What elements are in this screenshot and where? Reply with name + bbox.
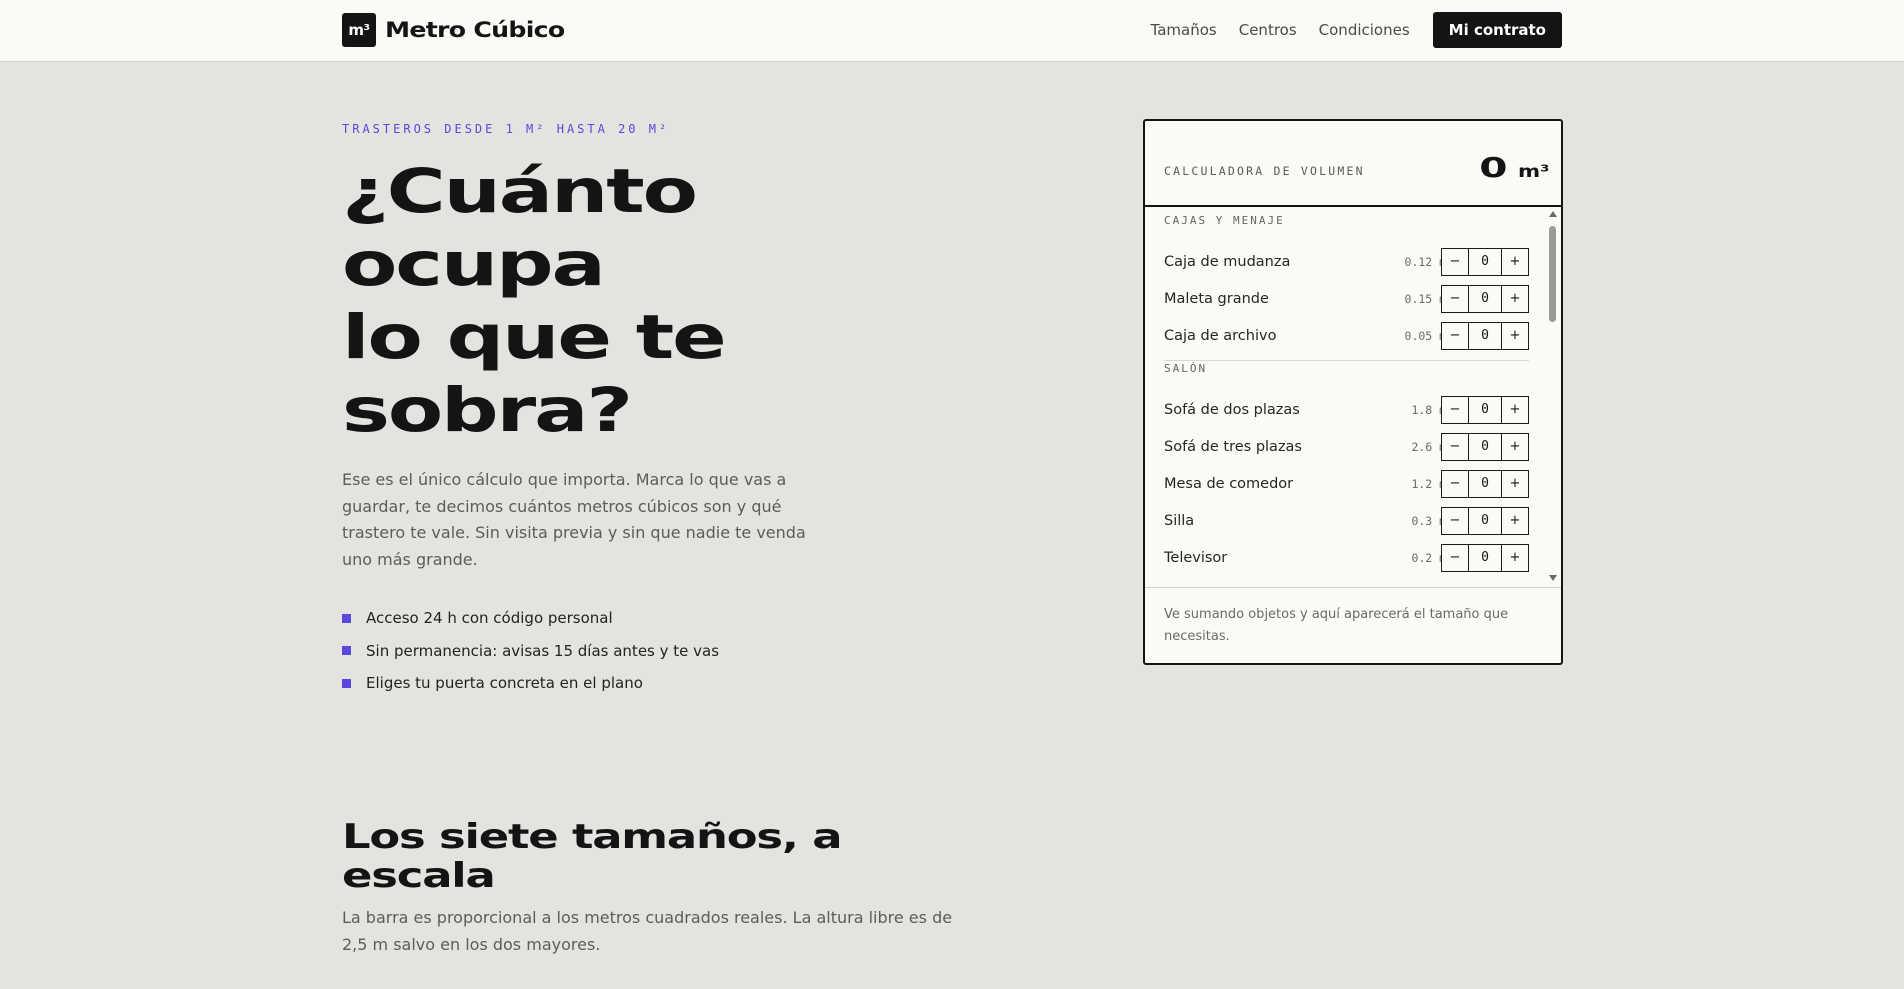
- feature-list: Acceso 24 h con código personal Sin perm…: [342, 602, 719, 700]
- feature-text: Acceso 24 h con código personal: [366, 609, 613, 628]
- decrement-button[interactable]: −: [1442, 434, 1468, 460]
- section-title-line: escala: [342, 856, 496, 896]
- calculator-label: CALCULADORA DE VOLUMEN: [1164, 164, 1365, 178]
- increment-button[interactable]: +: [1502, 545, 1528, 571]
- hero-title-line: sobra?: [342, 375, 633, 446]
- calculator-item-row: Silla 0.3 m³ − 0 +: [1145, 502, 1547, 539]
- section-title-line: Los siete tamaños, a: [342, 817, 842, 857]
- top-navigation-bar: m³ Metro Cúbico Tamaños Centros Condicio…: [0, 0, 1904, 62]
- nav-link-centros[interactable]: Centros: [1239, 21, 1297, 39]
- brand-logo[interactable]: m³ Metro Cúbico: [342, 13, 565, 47]
- calculator-item-row: Caja de mudanza 0.12 m³ − 0 +: [1145, 243, 1547, 280]
- quantity-stepper: − 0 +: [1441, 432, 1529, 461]
- my-contract-button[interactable]: Mi contrato: [1432, 12, 1562, 48]
- quantity-stepper: − 0 +: [1441, 321, 1529, 350]
- hero-title-line: ocupa: [342, 229, 606, 300]
- logo-mark-icon: m³: [342, 13, 376, 47]
- square-bullet-icon: [342, 613, 351, 623]
- item-name: Silla: [1164, 512, 1195, 529]
- calculator-total: 0 m³: [1480, 151, 1550, 184]
- increment-button[interactable]: +: [1502, 323, 1528, 349]
- item-name: Sofá de dos plazas: [1164, 401, 1300, 418]
- increment-button[interactable]: +: [1502, 397, 1528, 423]
- calculator-item-row: Televisor 0.2 m³ − 0 +: [1145, 539, 1547, 576]
- feature-text: Sin permanencia: avisas 15 días antes y …: [366, 641, 720, 660]
- scroll-down-arrow-icon[interactable]: [1549, 575, 1557, 581]
- group-heading: SALÓN: [1164, 362, 1208, 375]
- sizes-section-title: Los siete tamaños, a escala: [342, 818, 1266, 896]
- group-items: Caja de mudanza 0.12 m³ − 0 + Maleta gra…: [1145, 243, 1547, 354]
- total-volume-unit: m³: [1517, 162, 1550, 182]
- quantity-stepper: − 0 +: [1441, 543, 1529, 572]
- increment-button[interactable]: +: [1502, 249, 1528, 275]
- hero-lead-paragraph: Ese es el único cálculo que importa. Mar…: [342, 470, 806, 569]
- calculator-item-list[interactable]: CAJAS Y MENAJE Caja de mudanza 0.12 m³ −…: [1145, 207, 1547, 587]
- calculator-item-row: Mesa de comedor 1.2 m³ − 0 +: [1145, 465, 1547, 502]
- calculator-scrollbar[interactable]: [1546, 207, 1561, 587]
- square-bullet-icon: [342, 678, 351, 688]
- calculator-header: CALCULADORA DE VOLUMEN 0 m³: [1145, 121, 1561, 207]
- quantity-value[interactable]: 0: [1468, 248, 1502, 275]
- quantity-value[interactable]: 0: [1468, 396, 1502, 423]
- hero-eyebrow: TRASTEROS DESDE 1 M² HASTA 20 M²: [342, 122, 670, 136]
- item-name: Maleta grande: [1164, 290, 1269, 307]
- main-nav: Tamaños Centros Condiciones Mi contrato: [1129, 12, 1562, 48]
- quantity-value[interactable]: 0: [1468, 433, 1502, 460]
- calculator-item-row: Sofá de tres plazas 2.6 m³ − 0 +: [1145, 428, 1547, 465]
- quantity-stepper: − 0 +: [1441, 469, 1529, 498]
- decrement-button[interactable]: −: [1442, 545, 1468, 571]
- quantity-value[interactable]: 0: [1468, 285, 1502, 312]
- feature-item: Acceso 24 h con código personal: [342, 602, 719, 635]
- calculator-item-row: Maleta grande 0.15 m³ − 0 +: [1145, 280, 1547, 317]
- item-name: Mesa de comedor: [1164, 475, 1294, 492]
- decrement-button[interactable]: −: [1442, 471, 1468, 497]
- decrement-button[interactable]: −: [1442, 397, 1468, 423]
- increment-button[interactable]: +: [1502, 471, 1528, 497]
- calculator-item-row: Caja de archivo 0.05 m³ − 0 +: [1145, 317, 1547, 354]
- quantity-value[interactable]: 0: [1468, 507, 1502, 534]
- calculator-footer: Ve sumando objetos y aquí aparecerá el t…: [1145, 587, 1561, 663]
- quantity-stepper: − 0 +: [1441, 506, 1529, 535]
- feature-item: Eliges tu puerta concreta en el plano: [342, 667, 719, 700]
- hero-title-line: ¿Cuánto: [342, 156, 698, 227]
- decrement-button[interactable]: −: [1442, 508, 1468, 534]
- brand-name: Metro Cúbico: [385, 18, 565, 42]
- item-name: Sofá de tres plazas: [1164, 438, 1302, 455]
- item-name: Caja de mudanza: [1164, 253, 1291, 270]
- increment-button[interactable]: +: [1502, 508, 1528, 534]
- scroll-up-arrow-icon[interactable]: [1549, 211, 1557, 217]
- square-bullet-icon: [342, 646, 351, 656]
- calculator-item-row: Sofá de dos plazas 1.8 m³ − 0 +: [1145, 391, 1547, 428]
- item-name: Caja de archivo: [1164, 327, 1277, 344]
- calculator-hint: Ve sumando objetos y aquí aparecerá el t…: [1164, 607, 1509, 644]
- hero-title-line: lo que te: [342, 302, 727, 373]
- decrement-button[interactable]: −: [1442, 249, 1468, 275]
- feature-item: Sin permanencia: avisas 15 días antes y …: [342, 635, 719, 668]
- total-volume-value: 0: [1479, 151, 1508, 184]
- feature-text: Eliges tu puerta concreta en el plano: [366, 674, 643, 693]
- group-heading: CAJAS Y MENAJE: [1164, 214, 1285, 227]
- hero-title: ¿Cuánto ocupa lo que te sobra?: [342, 155, 1266, 447]
- quantity-value[interactable]: 0: [1468, 322, 1502, 349]
- nav-link-tamanos[interactable]: Tamaños: [1151, 21, 1217, 39]
- item-name: Televisor: [1164, 549, 1228, 566]
- quantity-value[interactable]: 0: [1468, 544, 1502, 571]
- volume-calculator: CALCULADORA DE VOLUMEN 0 m³ CAJAS Y MENA…: [1143, 119, 1563, 665]
- scrollbar-thumb[interactable]: [1549, 226, 1556, 322]
- group-items: Sofá de dos plazas 1.8 m³ − 0 + Sofá de …: [1145, 391, 1547, 576]
- nav-link-condiciones[interactable]: Condiciones: [1319, 21, 1410, 39]
- decrement-button[interactable]: −: [1442, 286, 1468, 312]
- quantity-value[interactable]: 0: [1468, 470, 1502, 497]
- increment-button[interactable]: +: [1502, 286, 1528, 312]
- quantity-stepper: − 0 +: [1441, 284, 1529, 313]
- sizes-section-subtitle: La barra es proporcional a los metros cu…: [342, 908, 953, 954]
- quantity-stepper: − 0 +: [1441, 395, 1529, 424]
- increment-button[interactable]: +: [1502, 434, 1528, 460]
- quantity-stepper: − 0 +: [1441, 247, 1529, 276]
- decrement-button[interactable]: −: [1442, 323, 1468, 349]
